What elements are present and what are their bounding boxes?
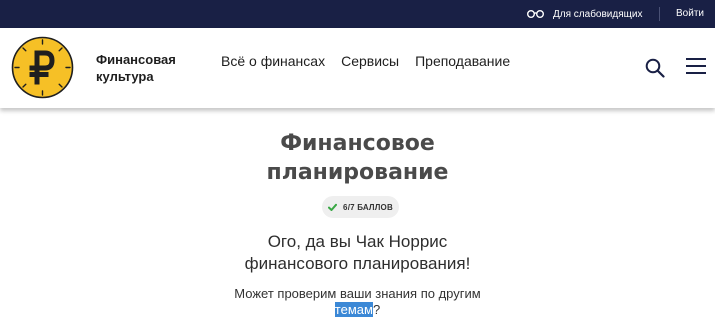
score-label: 6/7 баллов <box>343 202 393 212</box>
brand-line-1: Финансовая <box>96 52 176 67</box>
suggest-text: Может проверим ваши знания по другим тем… <box>0 286 715 318</box>
title-line-1: Финансовое <box>280 131 435 156</box>
nav-item-finance[interactable]: Всё о финансах <box>221 53 325 69</box>
score-badge: 6/7 баллов <box>322 196 399 218</box>
topbar-divider <box>659 7 660 21</box>
site-header: Финансовая культура Всё о финансах Серви… <box>0 28 715 108</box>
main-nav: Всё о финансах Сервисы Преподавание <box>221 53 510 69</box>
page-title: Финансовое планирование <box>0 129 715 187</box>
quiz-result: Финансовое планирование 6/7 баллов Ого, … <box>0 108 715 335</box>
ruble-icon[interactable] <box>11 36 74 99</box>
menu-icon[interactable] <box>686 58 706 75</box>
search-icon[interactable] <box>645 58 665 78</box>
glasses-icon <box>527 10 544 18</box>
message-line-1: Ого, да вы Чак Норрис <box>267 232 448 251</box>
accessibility-link[interactable]: Для слабовидящих <box>527 0 642 28</box>
login-link[interactable]: Войти <box>676 0 704 28</box>
suggest-tail: ? <box>372 302 381 317</box>
message-line-2: финансового планирования! <box>244 254 471 273</box>
suggest-line-1: Может проверим ваши знания по другим <box>234 286 481 301</box>
site-brand[interactable]: Финансовая культура <box>96 51 176 85</box>
nav-item-services[interactable]: Сервисы <box>341 53 399 69</box>
brand-line-2: культура <box>96 69 154 84</box>
topics-link[interactable]: темам <box>334 302 373 317</box>
top-utility-bar: Для слабовидящих Войти <box>0 0 715 28</box>
nav-item-teaching[interactable]: Преподавание <box>415 53 510 69</box>
check-icon <box>328 203 338 211</box>
accessibility-label: Для слабовидящих <box>553 8 643 20</box>
title-line-2: планирование <box>266 160 449 185</box>
result-message: Ого, да вы Чак Норрис финансового планир… <box>0 231 715 275</box>
